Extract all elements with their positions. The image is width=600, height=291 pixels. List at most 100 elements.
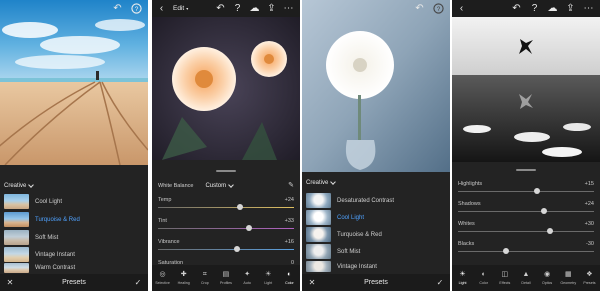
- tool-color[interactable]: ◐ Color: [475, 271, 492, 285]
- tool-presets[interactable]: ❖ Presets: [581, 271, 598, 285]
- panel-drag-handle[interactable]: [216, 170, 236, 172]
- slider-track[interactable]: [458, 208, 594, 214]
- back-arrow-icon[interactable]: ‹: [156, 3, 167, 14]
- white-balance-dropdown[interactable]: Custom: [205, 181, 234, 189]
- svg-text:?: ?: [135, 6, 139, 13]
- slider-knob[interactable]: [236, 204, 243, 210]
- preset-item[interactable]: Vintage Instant: [0, 246, 148, 263]
- tool-label: Selective: [155, 281, 170, 285]
- tool-color[interactable]: ◐ Color: [281, 271, 298, 285]
- slider-knob[interactable]: [547, 228, 554, 234]
- slider-knob[interactable]: [246, 225, 253, 231]
- help-icon[interactable]: ?: [433, 3, 444, 14]
- tool-auto[interactable]: ✦ Auto: [239, 271, 256, 285]
- help-icon[interactable]: ?: [131, 3, 142, 14]
- preset-item[interactable]: Desaturated Contrast: [302, 192, 450, 209]
- preset-item[interactable]: Turquoise & Red: [302, 226, 450, 243]
- slider-track[interactable]: [158, 246, 294, 252]
- slider-knob[interactable]: [533, 188, 540, 194]
- share-icon[interactable]: ⇪: [565, 3, 576, 14]
- undo-icon[interactable]: ↶: [215, 3, 226, 14]
- tool-light[interactable]: ☀ Light: [454, 271, 471, 285]
- undo-icon[interactable]: ↶: [112, 3, 123, 14]
- close-icon[interactable]: ✕: [307, 278, 317, 287]
- color-icon: ◐: [481, 271, 486, 278]
- preset-thumbnail: [4, 247, 29, 262]
- undo-icon[interactable]: ↶: [511, 3, 522, 14]
- presets-icon: ❖: [586, 271, 593, 278]
- presets-category-header[interactable]: Creative: [306, 179, 337, 186]
- preset-thumbnail: [4, 230, 29, 245]
- slider-track[interactable]: [158, 204, 294, 210]
- light-icon: ☀: [459, 271, 466, 278]
- back-arrow-icon[interactable]: ‹: [456, 3, 467, 14]
- cloud-icon[interactable]: ☁: [547, 3, 558, 14]
- close-icon[interactable]: ✕: [5, 278, 15, 287]
- tool-geometry[interactable]: ▦ Geometry: [560, 271, 577, 285]
- share-icon[interactable]: ⇪: [266, 3, 277, 14]
- undo-icon[interactable]: ↶: [414, 3, 425, 14]
- slider-label: Temp: [158, 197, 172, 203]
- tool-selective[interactable]: ◎ Selective: [154, 271, 171, 285]
- tool-label: Optics: [542, 281, 553, 285]
- panel-drag-handle[interactable]: [516, 169, 536, 171]
- preset-item[interactable]: Soft Mist: [0, 229, 148, 246]
- preset-item[interactable]: Cool Light: [0, 193, 148, 210]
- presets-category-header[interactable]: Creative: [4, 182, 35, 189]
- slider-label: Highlights: [458, 181, 483, 187]
- preset-item[interactable]: Soft Mist: [302, 243, 450, 260]
- tool-light[interactable]: ☀ Light: [260, 271, 277, 285]
- preset-thumbnail: [4, 263, 29, 273]
- svg-text:?: ?: [437, 6, 441, 13]
- preset-item-selected[interactable]: Turquoise & Red: [0, 211, 148, 228]
- screen-edit-color: ‹ Edit ▾ ↶ ? ☁ ⇪ ⋯ White Balance Custom …: [152, 0, 300, 291]
- tool-optics[interactable]: ◉ Optics: [539, 271, 556, 285]
- preset-label: Turquoise & Red: [337, 231, 382, 238]
- slider-value: +15: [584, 181, 594, 187]
- slider-label: Whites: [458, 221, 475, 227]
- more-icon[interactable]: ⋯: [583, 3, 594, 14]
- preset-item[interactable]: Vintage Instant: [302, 260, 450, 273]
- slider-track[interactable]: [458, 228, 594, 234]
- slider-track[interactable]: [158, 225, 294, 231]
- preset-thumbnail: [306, 244, 331, 259]
- help-icon[interactable]: ?: [232, 3, 243, 14]
- screen-presets-beach: ↶ ? Creative Cool Light Turquoise & Red …: [0, 0, 148, 291]
- geometry-icon: ▦: [564, 271, 572, 278]
- effects-icon: ◫: [501, 271, 509, 278]
- check-icon[interactable]: ✓: [435, 278, 445, 287]
- eyedropper-icon[interactable]: ✎: [288, 181, 294, 189]
- tool-label: Color: [285, 281, 294, 285]
- slider-track[interactable]: [458, 248, 594, 254]
- preset-thumbnail: [306, 227, 331, 242]
- tool-crop[interactable]: ⌗ Crop: [196, 271, 213, 285]
- preset-item-selected[interactable]: Cool Light: [302, 209, 450, 226]
- optics-icon: ◉: [544, 271, 551, 278]
- slider-label: Tint: [158, 218, 167, 224]
- slider-knob[interactable]: [540, 208, 547, 214]
- healing-icon: ✚: [180, 271, 187, 278]
- preset-label: Turquoise & Red: [35, 216, 80, 223]
- tool-profiles[interactable]: ▤ Profiles: [217, 271, 234, 285]
- screen-edit-light: ‹ ↶ ? ☁ ⇪ ⋯ Highlights +15 Shadows +24 W…: [452, 0, 600, 291]
- slider-track[interactable]: [458, 188, 594, 194]
- tool-label: Profiles: [219, 281, 232, 285]
- edit-menu[interactable]: Edit ▾: [173, 5, 188, 12]
- slider-label: Blacks: [458, 241, 475, 247]
- preset-label: Vintage Instant: [337, 263, 377, 270]
- tool-label: Healing: [177, 281, 190, 285]
- white-balance-label: White Balance: [158, 182, 194, 189]
- cloud-icon[interactable]: ☁: [249, 3, 260, 14]
- more-icon[interactable]: ⋯: [283, 3, 294, 14]
- tool-effects[interactable]: ◫ Effects: [496, 271, 513, 285]
- check-icon[interactable]: ✓: [133, 278, 143, 287]
- tool-detail[interactable]: ▲ Detail: [517, 271, 534, 285]
- tool-healing[interactable]: ✚ Healing: [175, 271, 192, 285]
- tool-strip: ☀ Light ◐ Color ◫ Effects ▲ Detail ◉ Optics ▦ Geome…: [452, 265, 600, 291]
- slider-value: +24: [284, 197, 294, 203]
- slider-knob[interactable]: [502, 248, 509, 254]
- category-label: Creative: [4, 183, 27, 189]
- preset-item[interactable]: Warm Contrast: [0, 262, 148, 274]
- slider-knob[interactable]: [233, 246, 240, 252]
- help-icon[interactable]: ?: [529, 3, 540, 14]
